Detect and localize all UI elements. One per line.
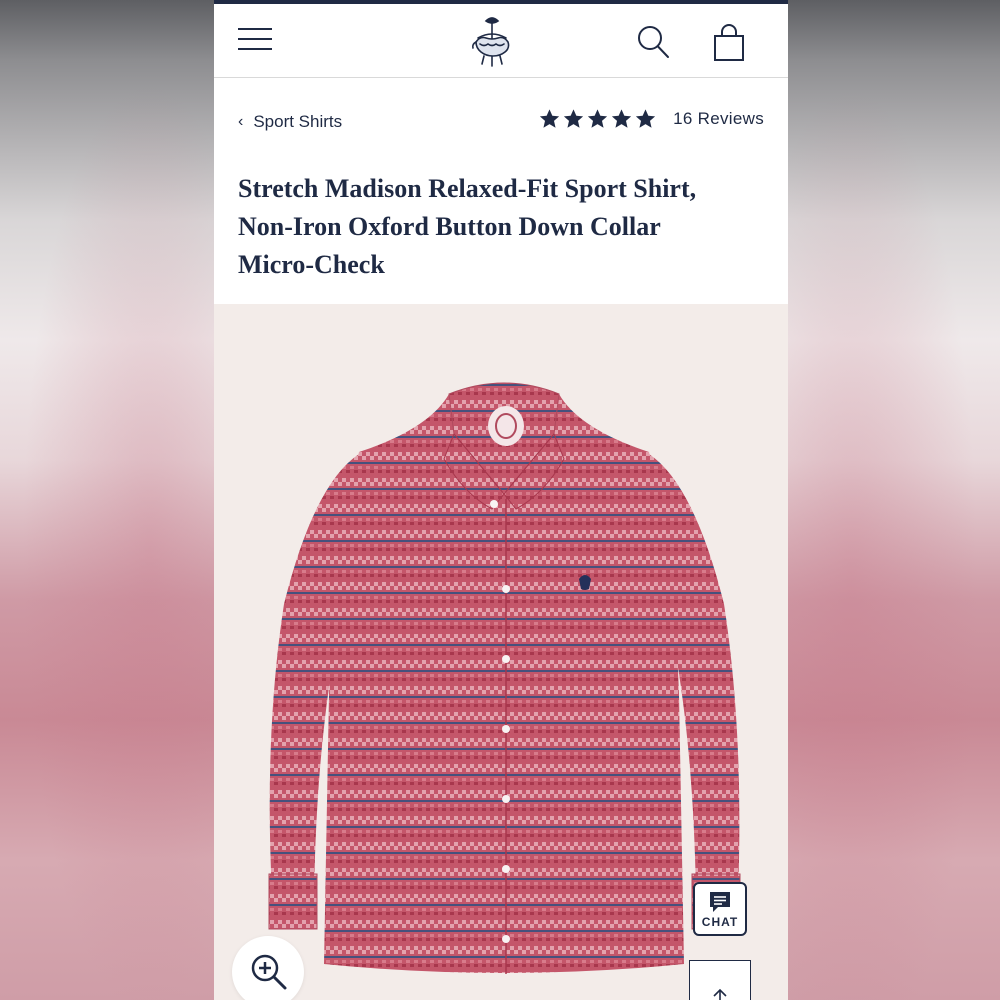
back-to-top-button[interactable] [689,960,751,1000]
star-icon [564,109,584,128]
star-icon [588,109,608,128]
breadcrumb-label: Sport Shirts [253,112,343,131]
product-image[interactable] [254,374,754,1000]
breadcrumb-row: ‹ Sport Shirts 16 Reviews [238,108,764,138]
hamburger-menu-icon[interactable] [238,28,272,52]
product-image-area: CHAT [214,304,788,1000]
star-icon [612,109,632,128]
product-title-line-3: Micro-Check [238,250,385,279]
star-icon [540,109,560,128]
chat-bubble-icon [710,892,730,912]
arrow-up-icon [713,988,727,1000]
site-header [214,4,788,78]
search-icon[interactable] [636,24,670,60]
breadcrumb[interactable]: ‹ Sport Shirts [238,112,342,132]
reviews-link[interactable]: 16 Reviews [673,109,764,129]
zoom-in-icon [251,954,287,990]
shopping-bag-icon[interactable] [712,24,746,62]
golden-fleece-logo-icon[interactable] [462,12,522,72]
chat-button[interactable]: CHAT [693,882,747,936]
product-title: Stretch Madison Relaxed-Fit Sport Shirt,… [238,170,758,284]
product-info: ‹ Sport Shirts 16 Reviews Stretch Madiso… [214,78,788,304]
product-rating: 16 Reviews [538,108,764,130]
zoom-button[interactable] [232,936,304,1000]
product-title-line-1: Stretch Madison Relaxed-Fit Sport Shirt, [238,174,697,203]
chat-label: CHAT [701,915,739,929]
chevron-left-icon: ‹ [238,113,244,130]
star-rating[interactable] [538,108,657,130]
star-icon [636,109,656,128]
product-title-line-2: Non-Iron Oxford Button Down Collar [238,212,661,241]
mobile-page: ‹ Sport Shirts 16 Reviews Stretch Madiso… [214,0,788,1000]
